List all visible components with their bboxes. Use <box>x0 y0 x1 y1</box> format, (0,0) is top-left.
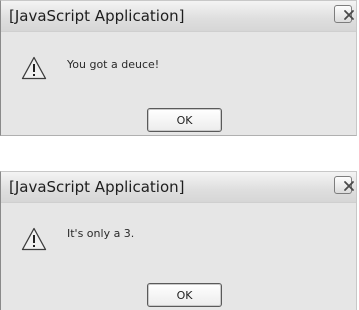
dialog-message: It's only a 3. <box>67 227 135 240</box>
warning-icon <box>21 56 47 80</box>
close-button[interactable] <box>334 176 354 194</box>
dialog-titlebar[interactable]: [JavaScript Application] <box>1 172 356 203</box>
screenshot-stage: [JavaScript Application] You got a deuce… <box>0 0 359 310</box>
close-button[interactable] <box>334 5 354 23</box>
dialog-title: [JavaScript Application] <box>9 178 185 196</box>
dialog-titlebar[interactable]: [JavaScript Application] <box>1 1 356 32</box>
ok-button[interactable]: OK <box>147 283 222 307</box>
alert-dialog-1: [JavaScript Application] You got a deuce… <box>0 0 357 136</box>
dialog-title: [JavaScript Application] <box>9 7 185 25</box>
alert-dialog-2: [JavaScript Application] It's only a 3. … <box>0 171 357 310</box>
dialog-body: It's only a 3. OK <box>1 203 356 310</box>
close-icon <box>344 181 354 191</box>
ok-button[interactable]: OK <box>147 108 222 132</box>
dialog-body: You got a deuce! OK <box>1 32 356 135</box>
dialog-message: You got a deuce! <box>67 58 160 71</box>
warning-icon <box>21 227 47 251</box>
close-icon <box>344 10 354 20</box>
